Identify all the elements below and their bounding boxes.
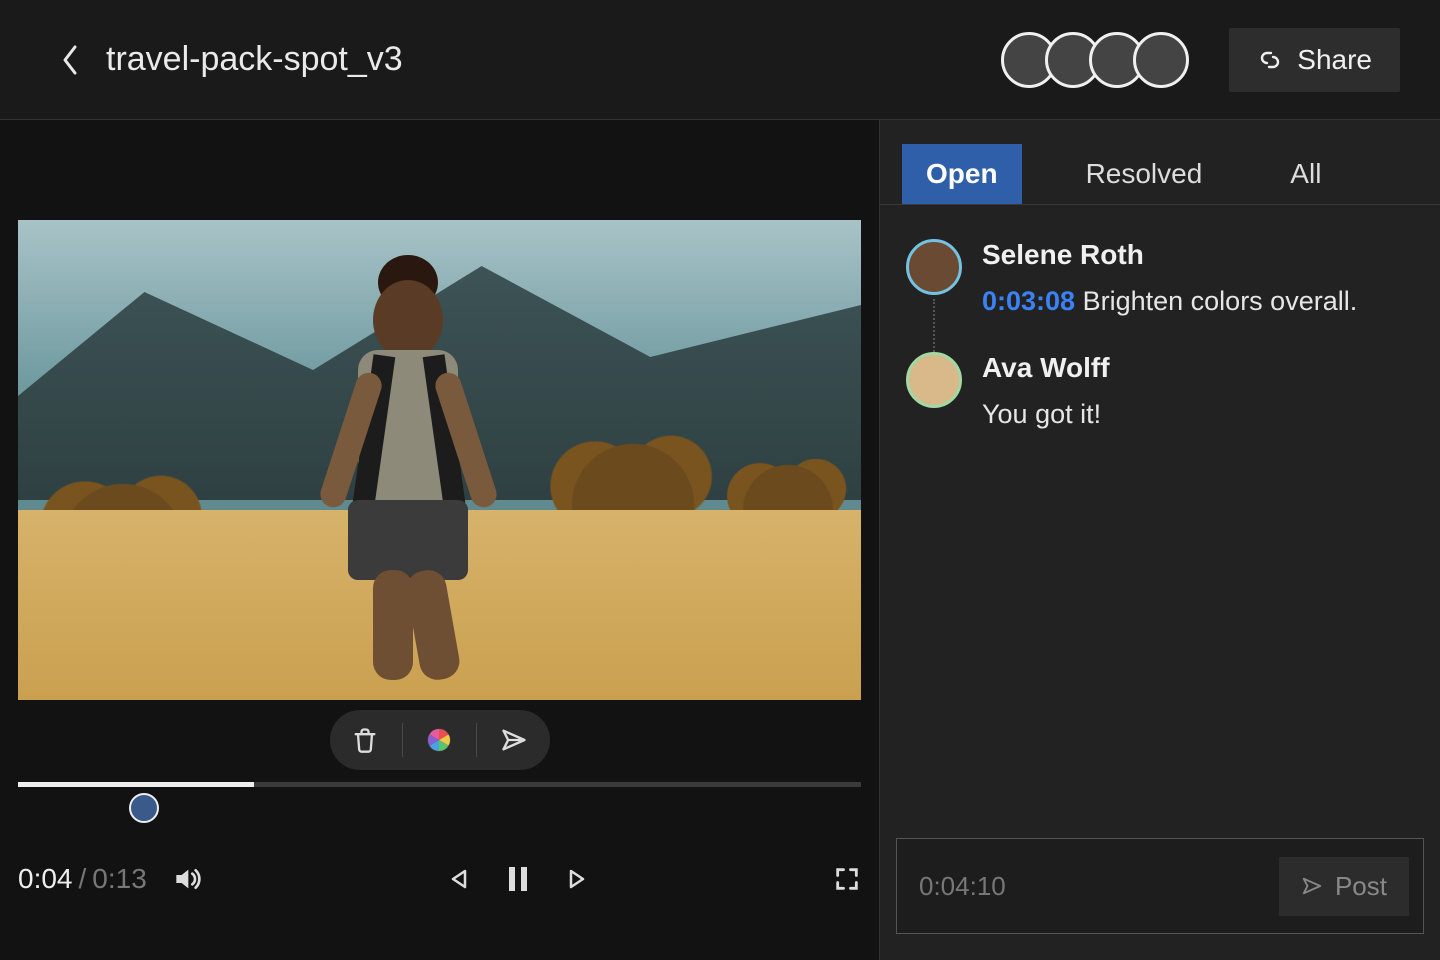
tab-resolved[interactable]: Resolved	[1062, 144, 1227, 204]
avatar	[906, 352, 962, 408]
pause-icon	[505, 864, 531, 894]
post-button[interactable]: Post	[1279, 857, 1409, 916]
fullscreen-button[interactable]	[833, 865, 861, 893]
avatar[interactable]	[1133, 32, 1189, 88]
file-title: travel-pack-spot_v3	[106, 40, 403, 79]
video-pane: 0:04 / 0:13	[0, 120, 880, 960]
send-icon	[500, 726, 528, 754]
comment-marker[interactable]	[129, 793, 159, 823]
delete-annotation-button[interactable]	[351, 726, 379, 754]
link-icon	[1257, 47, 1283, 73]
comment[interactable]: Ava Wolff You got it!	[906, 352, 1414, 435]
tab-open[interactable]: Open	[902, 144, 1022, 204]
step-forward-icon	[565, 867, 589, 891]
share-label: Share	[1297, 44, 1372, 76]
comment-text: 0:03:08 Brighten colors overall.	[982, 281, 1414, 322]
trash-icon	[351, 726, 379, 754]
timeline[interactable]	[18, 782, 861, 833]
back-button[interactable]	[50, 40, 90, 80]
avatar	[906, 239, 962, 295]
comment-text: You got it!	[982, 394, 1414, 435]
step-back-icon	[447, 867, 471, 891]
duration: 0:13	[92, 863, 147, 895]
comments-pane: Open Resolved All Selene Roth 0:03:08 Br…	[880, 120, 1440, 960]
separator	[402, 723, 403, 757]
time-separator: /	[79, 863, 87, 895]
comment-input[interactable]	[919, 871, 1279, 902]
separator	[476, 723, 477, 757]
volume-icon	[171, 863, 203, 895]
comment-thread: Selene Roth 0:03:08 Brighten colors over…	[880, 205, 1440, 838]
video-frame[interactable]	[18, 220, 861, 700]
color-wheel-icon	[426, 727, 452, 753]
comment-tabs: Open Resolved All	[880, 120, 1440, 205]
next-frame-button[interactable]	[565, 867, 589, 891]
send-icon	[1301, 875, 1323, 897]
share-button[interactable]: Share	[1229, 28, 1400, 92]
volume-button[interactable]	[171, 863, 203, 895]
prev-frame-button[interactable]	[447, 867, 471, 891]
send-annotation-button[interactable]	[500, 726, 528, 754]
comment-author: Ava Wolff	[982, 352, 1414, 384]
tab-all[interactable]: All	[1266, 144, 1345, 204]
play-pause-button[interactable]	[505, 864, 531, 894]
chevron-left-icon	[60, 44, 80, 76]
header: travel-pack-spot_v3 Share	[0, 0, 1440, 120]
thread-rail	[933, 299, 935, 352]
annotation-toolbar	[330, 710, 550, 770]
color-picker-button[interactable]	[426, 727, 452, 753]
current-time: 0:04	[18, 863, 73, 895]
transport-bar: 0:04 / 0:13	[18, 839, 861, 919]
fullscreen-icon	[833, 865, 861, 893]
comment-timestamp[interactable]: 0:03:08	[982, 286, 1075, 316]
post-label: Post	[1335, 871, 1387, 902]
comment[interactable]: Selene Roth 0:03:08 Brighten colors over…	[906, 239, 1414, 322]
comment-author: Selene Roth	[982, 239, 1414, 271]
collaborator-avatars	[1001, 32, 1189, 88]
comment-composer: Post	[896, 838, 1424, 934]
